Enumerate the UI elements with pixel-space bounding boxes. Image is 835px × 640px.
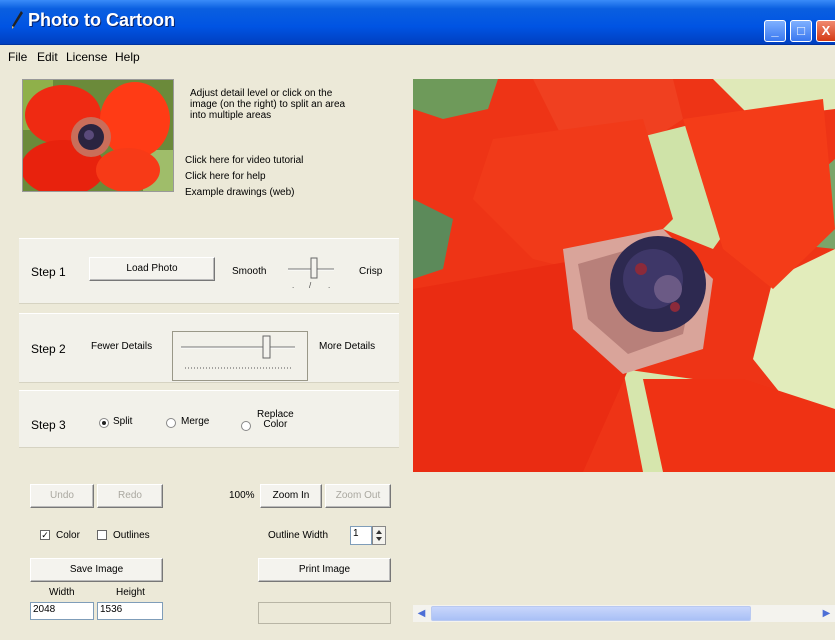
info-text-line-1: Adjust detail level or click on the xyxy=(190,88,333,99)
minimize-button[interactable]: _ xyxy=(764,20,786,42)
video-tutorial-link[interactable]: Click here for video tutorial xyxy=(185,155,303,166)
replace-color-label: Replace Color xyxy=(257,409,294,430)
merge-radio[interactable] xyxy=(166,418,176,428)
smooth-label: Smooth xyxy=(232,266,267,277)
maximize-icon: □ xyxy=(797,23,805,38)
photo-thumbnail xyxy=(22,79,174,192)
outline-width-field[interactable]: 1 xyxy=(350,526,372,545)
scroll-right-arrow-icon[interactable]: ▶ xyxy=(818,605,835,622)
step1-label: Step 1 xyxy=(31,265,66,279)
crisp-label: Crisp xyxy=(359,266,383,277)
menu-file[interactable]: File xyxy=(8,50,27,64)
cartoon-image[interactable] xyxy=(413,79,835,472)
height-field[interactable]: 1536 xyxy=(97,602,163,620)
zoom-out-button[interactable]: Zoom Out xyxy=(325,484,391,508)
merge-label: Merge xyxy=(181,416,210,427)
step2-panel: Step 2 Fewer Details More Details xyxy=(19,313,399,383)
outlines-checkbox[interactable] xyxy=(97,530,107,540)
detail-slider-frame xyxy=(172,331,308,381)
height-label: Height xyxy=(116,587,145,598)
detail-slider[interactable] xyxy=(173,332,307,380)
scrollbar-thumb[interactable] xyxy=(431,606,751,621)
width-label: Width xyxy=(49,587,75,598)
save-image-button[interactable]: Save Image xyxy=(30,558,163,582)
help-link[interactable]: Click here for help xyxy=(185,171,266,182)
split-radio[interactable] xyxy=(99,418,109,428)
replace-color-radio[interactable] xyxy=(241,421,251,431)
progress-bar xyxy=(258,602,391,624)
fewer-details-label: Fewer Details xyxy=(91,341,153,352)
horizontal-scrollbar[interactable]: ◀ ▶ xyxy=(413,605,835,622)
window-title: Photo to Cartoon xyxy=(28,10,175,30)
undo-button[interactable]: Undo xyxy=(30,484,94,508)
close-icon: X xyxy=(821,23,831,38)
menu-help[interactable]: Help xyxy=(115,50,140,64)
scroll-left-arrow-icon[interactable]: ◀ xyxy=(413,605,430,622)
app-pencil-icon xyxy=(12,11,23,29)
step1-panel: Step 1 Load Photo Smooth . / . Crisp xyxy=(19,238,399,304)
close-button[interactable]: X xyxy=(816,20,835,42)
info-text-line-3: into multiple areas xyxy=(190,110,272,121)
smooth-crisp-slider[interactable]: . / . xyxy=(284,255,338,291)
split-label: Split xyxy=(113,416,133,427)
outline-width-label: Outline Width xyxy=(268,530,329,541)
menu-edit[interactable]: Edit xyxy=(37,50,58,64)
width-field[interactable]: 2048 xyxy=(30,602,94,620)
more-details-label: More Details xyxy=(319,341,376,352)
color-label: Color xyxy=(56,530,80,541)
load-photo-button[interactable]: Load Photo xyxy=(89,257,215,281)
zoom-in-button[interactable]: Zoom In xyxy=(260,484,322,508)
title-bar: Photo to Cartoon _ □ X xyxy=(0,0,835,45)
cartoon-image-canvas[interactable] xyxy=(413,79,835,472)
step3-label: Step 3 xyxy=(31,418,66,432)
minimize-icon: _ xyxy=(771,23,779,38)
info-text-line-2: image (on the right) to split an area xyxy=(190,99,346,110)
outlines-label: Outlines xyxy=(113,530,150,541)
example-drawings-link[interactable]: Example drawings (web) xyxy=(185,187,295,198)
svg-text:/: / xyxy=(309,281,312,290)
redo-button[interactable]: Redo xyxy=(97,484,163,508)
step2-label: Step 2 xyxy=(31,342,66,356)
zoom-level: 100% xyxy=(229,490,255,501)
menu-license[interactable]: License xyxy=(66,50,107,64)
menu-bar: File Edit License Help xyxy=(0,45,835,66)
maximize-button[interactable]: □ xyxy=(790,20,812,42)
print-image-button[interactable]: Print Image xyxy=(258,558,391,582)
color-checkbox[interactable]: ✓ xyxy=(40,530,50,540)
outline-width-spinner[interactable] xyxy=(372,526,386,545)
svg-text:.: . xyxy=(328,281,330,290)
svg-text:.: . xyxy=(292,281,294,290)
step3-panel: Step 3 Split Merge Replace Color xyxy=(19,390,399,448)
